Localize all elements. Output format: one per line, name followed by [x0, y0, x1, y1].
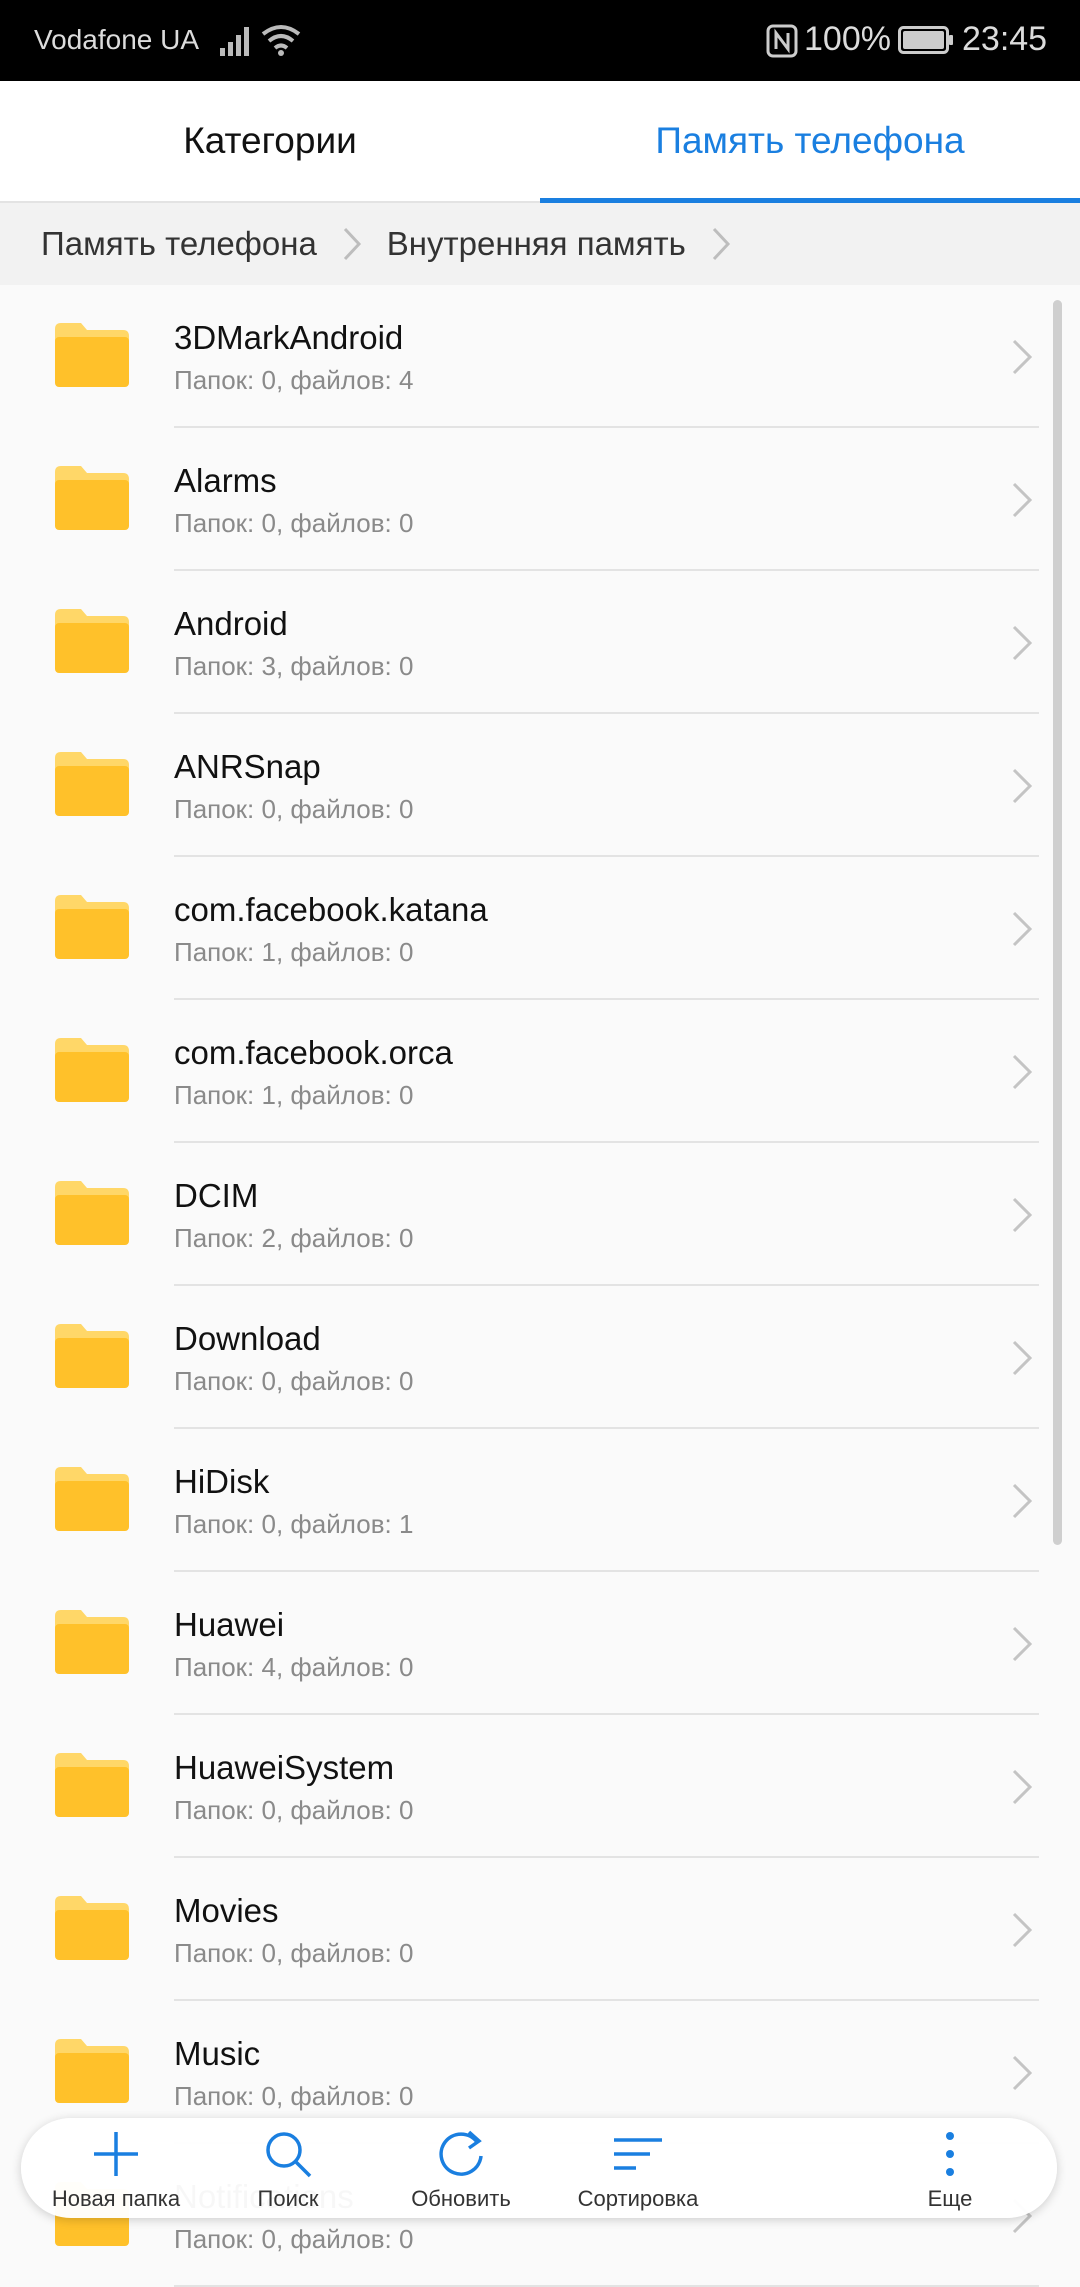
folder-row[interactable]: Alarms Папок: 0, файлов: 0 [0, 428, 1080, 571]
breadcrumb-item-internal-storage[interactable]: Внутренняя память [387, 225, 686, 263]
folder-name: 3DMarkAndroid [174, 319, 404, 356]
chevron-right-icon [1012, 1626, 1033, 1662]
folder-meta: Папок: 1, файлов: 0 [174, 1080, 414, 1110]
chevron-right-icon [1012, 1054, 1033, 1090]
chevron-right-icon [1012, 911, 1033, 947]
chevron-right-icon [712, 227, 730, 261]
folder-icon [55, 1038, 129, 1102]
folder-meta: Папок: 0, файлов: 0 [174, 1366, 414, 1396]
breadcrumb-item-phone-storage[interactable]: Память телефона [41, 225, 317, 263]
folder-meta: Папок: 0, файлов: 1 [174, 1509, 414, 1539]
search-button[interactable]: Поиск [193, 2118, 383, 2218]
folder-row[interactable]: HiDisk Папок: 0, файлов: 1 [0, 1429, 1080, 1572]
nfc-icon [766, 24, 798, 58]
folder-row[interactable]: Movies Папок: 0, файлов: 0 [0, 1858, 1080, 2001]
folder-icon [55, 466, 129, 530]
folder-icon [55, 1896, 129, 1960]
folder-icon [55, 1181, 129, 1245]
chevron-right-icon [1012, 2055, 1033, 2091]
tab-phone-storage[interactable]: Память телефона [540, 81, 1080, 201]
folder-meta: Папок: 4, файлов: 0 [174, 1652, 414, 1682]
folder-list: 3DMarkAndroid Папок: 0, файлов: 4 Alarms… [0, 285, 1080, 2287]
sort-button[interactable]: Сортировка [543, 2118, 733, 2218]
folder-row[interactable]: ANRSnap Папок: 0, файлов: 0 [0, 714, 1080, 857]
battery-percent: 100% [804, 20, 891, 58]
folder-row[interactable]: 3DMarkAndroid Папок: 0, файлов: 4 [0, 285, 1080, 428]
folder-row[interactable]: HuaweiSystem Папок: 0, файлов: 0 [0, 1715, 1080, 1858]
search-label: Поиск [257, 2186, 319, 2211]
folder-meta: Папок: 0, файлов: 0 [174, 1795, 414, 1825]
folder-name: Download [174, 1320, 321, 1357]
tab-bar: Категории Память телефона [0, 81, 1080, 203]
sort-icon [614, 2138, 662, 2170]
status-bar: Vodafone UA 100% 23:45 [0, 0, 1080, 81]
folder-meta: Папок: 3, файлов: 0 [174, 651, 414, 681]
folder-name: Huawei [174, 1606, 285, 1643]
chevron-right-icon [1012, 625, 1033, 661]
chevron-right-icon [1012, 482, 1033, 518]
chevron-right-icon [1012, 1769, 1033, 1805]
folder-meta: Папок: 2, файлов: 0 [174, 1223, 414, 1253]
folder-name: HuaweiSystem [174, 1749, 395, 1786]
folder-meta: Папок: 0, файлов: 4 [174, 365, 414, 395]
sort-label: Сортировка [577, 2186, 699, 2211]
chevron-right-icon [1012, 768, 1033, 804]
more-label: Еще [927, 2186, 973, 2211]
folder-name: DCIM [174, 1177, 259, 1214]
folder-name: Alarms [174, 462, 277, 499]
folder-meta: Папок: 0, файлов: 0 [174, 794, 414, 824]
chevron-right-icon [1012, 1197, 1033, 1233]
folder-row[interactable]: DCIM Папок: 2, файлов: 0 [0, 1143, 1080, 1286]
refresh-label: Обновить [411, 2186, 511, 2211]
folder-name: Android [174, 605, 288, 642]
folder-meta: Папок: 0, файлов: 0 [174, 508, 414, 538]
battery-icon [898, 26, 953, 54]
bottom-toolbar: Новая папка Поиск Обновить Сортировка Ещ… [21, 2118, 1057, 2218]
folder-name: ANRSnap [174, 748, 321, 785]
wifi-icon [261, 25, 301, 56]
refresh-icon [439, 2130, 483, 2176]
carrier-name: Vodafone UA [34, 24, 200, 55]
chevron-right-icon [1012, 1483, 1033, 1519]
folder-meta: Папок: 0, файлов: 0 [174, 2081, 414, 2111]
folder-icon [55, 609, 129, 673]
folder-icon [55, 1753, 129, 1817]
folder-icon [55, 1610, 129, 1674]
folder-row[interactable]: Android Папок: 3, файлов: 0 [0, 571, 1080, 714]
folder-icon [55, 323, 129, 387]
folder-name: com.facebook.katana [174, 891, 488, 928]
chevron-right-icon [1012, 1340, 1033, 1376]
new-folder-button[interactable]: Новая папка [21, 2118, 211, 2218]
folder-icon [55, 1324, 129, 1388]
folder-name: Music [174, 2035, 261, 2072]
chevron-right-icon [343, 227, 361, 261]
folder-name: com.facebook.orca [174, 1034, 453, 1071]
folder-name: Movies [174, 1892, 279, 1929]
new-folder-label: Новая папка [51, 2186, 181, 2211]
folder-icon [55, 1467, 129, 1531]
folder-row[interactable]: Download Папок: 0, файлов: 0 [0, 1286, 1080, 1429]
folder-name: HiDisk [174, 1463, 270, 1500]
clock: 23:45 [962, 20, 1048, 58]
more-button[interactable]: Еще [855, 2118, 1045, 2218]
tab-categories[interactable]: Категории [0, 81, 540, 201]
search-icon [266, 2132, 312, 2178]
signal-icon [220, 27, 249, 56]
folder-meta: Папок: 1, файлов: 0 [174, 937, 414, 967]
chevron-right-icon [1012, 1912, 1033, 1948]
folder-icon [55, 752, 129, 816]
chevron-right-icon [1012, 339, 1033, 375]
folder-meta: Папок: 0, файлов: 0 [174, 1938, 414, 1968]
breadcrumb: Память телефона Внутренняя память [0, 203, 1080, 285]
more-vert-icon [946, 2132, 954, 2176]
scrollbar[interactable] [1053, 300, 1062, 1545]
refresh-button[interactable]: Обновить [366, 2118, 556, 2218]
folder-icon [55, 2039, 129, 2103]
folder-row[interactable]: Huawei Папок: 4, файлов: 0 [0, 1572, 1080, 1715]
folder-row[interactable]: com.facebook.katana Папок: 1, файлов: 0 [0, 857, 1080, 1000]
folder-icon [55, 895, 129, 959]
plus-icon [94, 2132, 138, 2176]
folder-row[interactable]: com.facebook.orca Папок: 1, файлов: 0 [0, 1000, 1080, 1143]
